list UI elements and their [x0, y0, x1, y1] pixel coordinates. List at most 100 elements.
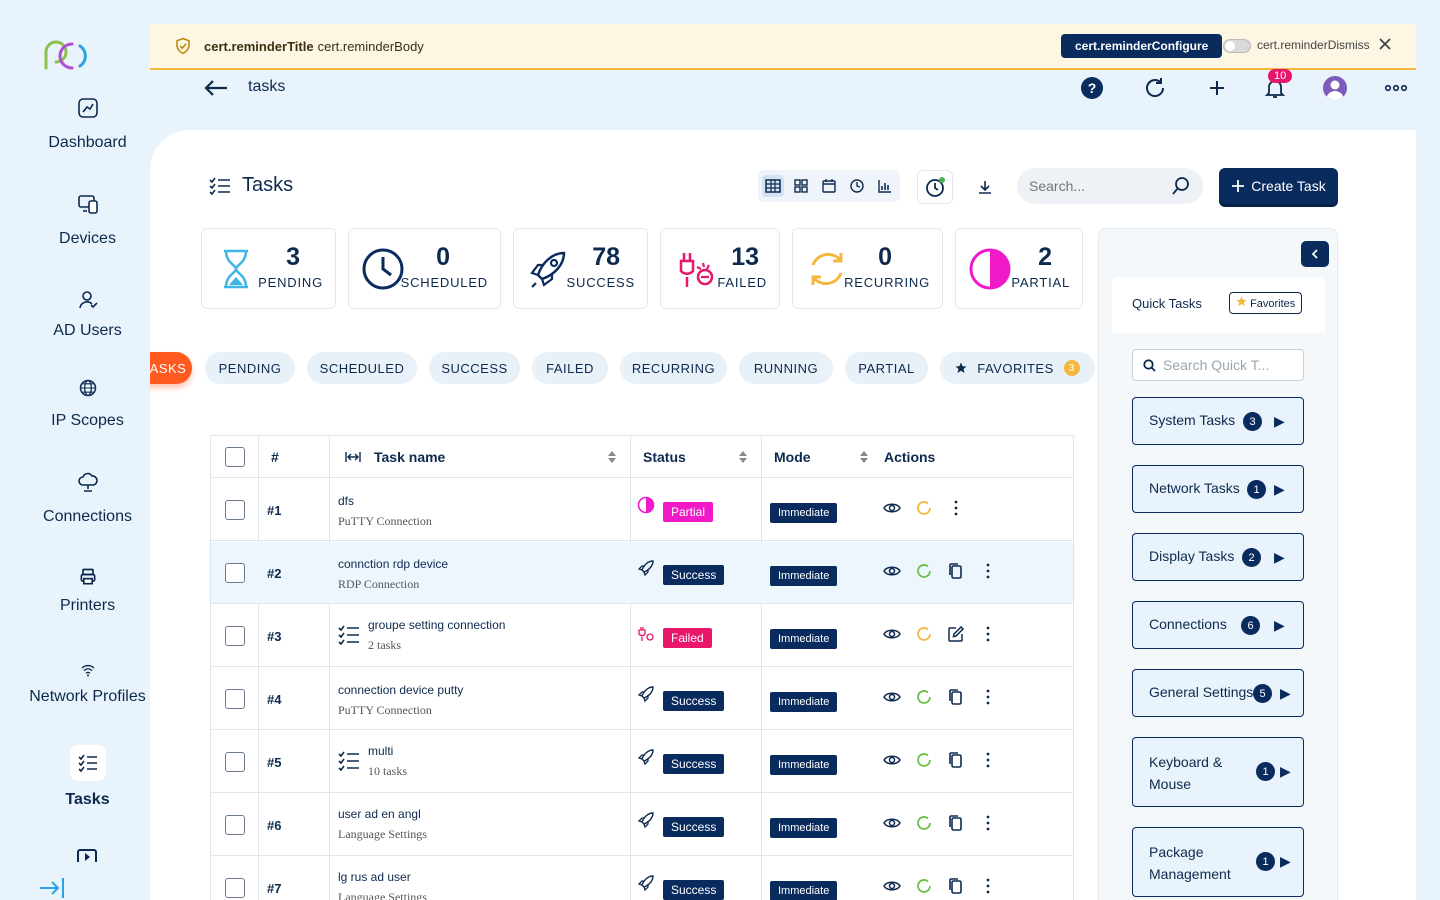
chart-view-button[interactable]: [874, 175, 896, 197]
row-checkbox[interactable]: [225, 626, 245, 646]
task-name[interactable]: connction rdp device: [338, 557, 448, 571]
row-checkbox[interactable]: [225, 878, 245, 898]
task-name[interactable]: user ad en angl: [338, 807, 421, 821]
stat-card-scheduled[interactable]: 0 SCHEDULED: [348, 228, 501, 309]
search-icon[interactable]: [1171, 176, 1191, 196]
table-row[interactable]: #5 multi 10 tasks Success Immediate: [211, 731, 1073, 793]
rerun-icon[interactable]: [915, 499, 933, 517]
sidebar-item-connections[interactable]: Connections: [0, 470, 175, 526]
more-vertical-icon[interactable]: [979, 688, 997, 706]
task-name[interactable]: lg rus ad user: [338, 870, 411, 884]
column-resize-icon[interactable]: [345, 450, 361, 464]
column-header-name[interactable]: Task name: [374, 449, 445, 465]
row-checkbox[interactable]: [225, 752, 245, 772]
rerun-icon[interactable]: [915, 625, 933, 643]
view-eye-icon[interactable]: [883, 877, 901, 895]
dismiss-toggle[interactable]: [1223, 39, 1251, 53]
quick-task-display-tasks[interactable]: Display Tasks 2 ▶: [1132, 533, 1304, 581]
row-checkbox[interactable]: [225, 500, 245, 520]
select-all-checkbox[interactable]: [225, 447, 245, 467]
calendar-view-button[interactable]: [818, 175, 840, 197]
more-nav-icon[interactable]: [76, 848, 98, 862]
rerun-icon[interactable]: [915, 688, 933, 706]
sort-icon[interactable]: [738, 450, 748, 464]
sidebar-item-network-profiles[interactable]: Network Profiles: [0, 662, 175, 706]
column-header-mode[interactable]: Mode: [774, 449, 811, 465]
back-arrow-icon[interactable]: [203, 78, 229, 98]
create-task-button[interactable]: Create Task: [1219, 168, 1338, 204]
filter-favorites[interactable]: FAVORITES 3: [940, 352, 1095, 384]
sort-icon[interactable]: [859, 450, 869, 464]
filter-failed[interactable]: FAILED: [532, 352, 608, 384]
filter-all-tasks[interactable]: ASKS: [150, 352, 192, 384]
filter-pending[interactable]: PENDING: [205, 352, 295, 384]
more-vertical-icon[interactable]: [979, 877, 997, 895]
more-vertical-icon[interactable]: [979, 625, 997, 643]
table-row[interactable]: #6 user ad en angl Language Settings Suc…: [211, 794, 1073, 856]
filter-partial[interactable]: PARTIAL: [845, 352, 928, 384]
copy-icon[interactable]: [947, 814, 965, 832]
rerun-icon[interactable]: [915, 877, 933, 895]
view-eye-icon[interactable]: [883, 814, 901, 832]
copy-icon[interactable]: [947, 751, 965, 769]
stat-card-pending[interactable]: 3 PENDING: [201, 228, 336, 309]
rerun-icon[interactable]: [915, 814, 933, 832]
configure-button[interactable]: cert.reminderConfigure: [1061, 34, 1223, 58]
sidebar-item-tasks[interactable]: Tasks: [0, 745, 175, 809]
stat-card-success[interactable]: 78 SUCCESS: [513, 228, 648, 309]
column-header-status[interactable]: Status: [643, 449, 686, 465]
collapse-panel-button[interactable]: [1301, 241, 1329, 267]
task-name[interactable]: dfs: [338, 494, 354, 508]
timeline-view-button[interactable]: [846, 175, 868, 197]
table-row[interactable]: #4 connection device putty PuTTY Connect…: [211, 668, 1073, 730]
close-icon[interactable]: [1378, 37, 1392, 51]
view-eye-icon[interactable]: [883, 751, 901, 769]
filter-running[interactable]: RUNNING: [739, 352, 833, 384]
view-eye-icon[interactable]: [883, 562, 901, 580]
table-view-button[interactable]: [762, 175, 784, 197]
row-checkbox[interactable]: [225, 815, 245, 835]
more-vertical-icon[interactable]: [979, 562, 997, 580]
row-checkbox[interactable]: [225, 689, 245, 709]
quick-task-system-tasks[interactable]: System Tasks 3 ▶: [1132, 397, 1304, 445]
filter-recurring[interactable]: RECURRING: [620, 352, 727, 384]
avatar[interactable]: [1323, 76, 1347, 100]
sidebar-item-printers[interactable]: Printers: [0, 567, 175, 615]
more-vertical-icon[interactable]: [947, 499, 965, 517]
quick-task-search[interactable]: Search Quick T...: [1132, 349, 1304, 381]
search-input[interactable]: [1029, 178, 1169, 194]
task-name[interactable]: multi: [368, 744, 393, 758]
more-vertical-icon[interactable]: [979, 814, 997, 832]
table-row[interactable]: #1 dfs PuTTY Connection Partial Immediat…: [211, 479, 1073, 541]
sidebar-item-devices[interactable]: Devices: [0, 192, 175, 248]
stat-card-partial[interactable]: 2 PARTIAL: [955, 228, 1083, 309]
favorites-button[interactable]: Favorites: [1229, 292, 1303, 314]
copy-icon[interactable]: [947, 688, 965, 706]
table-row[interactable]: #7 lg rus ad user Language Settings Succ…: [211, 857, 1073, 900]
grid-view-button[interactable]: [790, 175, 812, 197]
edit-icon[interactable]: [947, 625, 965, 643]
sidebar-item-ip-scopes[interactable]: IP Scopes: [0, 378, 175, 430]
quick-task-package-management[interactable]: Package Management 1 ▶: [1132, 827, 1304, 897]
sidebar-item-ad-users[interactable]: AD Users: [0, 288, 175, 340]
sort-icon[interactable]: [607, 450, 617, 464]
filter-success[interactable]: SUCCESS: [429, 352, 520, 384]
download-button[interactable]: [972, 170, 998, 204]
app-logo[interactable]: [38, 38, 94, 74]
task-name[interactable]: groupe setting connection: [368, 618, 505, 632]
copy-icon[interactable]: [947, 877, 965, 895]
sidebar-item-dashboard[interactable]: Dashboard: [0, 96, 175, 152]
view-eye-icon[interactable]: [883, 688, 901, 706]
view-eye-icon[interactable]: [883, 499, 901, 517]
history-button[interactable]: [917, 170, 953, 204]
add-icon[interactable]: [1205, 76, 1229, 100]
row-checkbox[interactable]: [225, 563, 245, 583]
rerun-icon[interactable]: [915, 751, 933, 769]
stat-card-failed[interactable]: 13 FAILED: [660, 228, 780, 309]
help-icon[interactable]: ?: [1080, 76, 1104, 100]
rerun-icon[interactable]: [915, 562, 933, 580]
table-row[interactable]: #3 groupe setting connection 2 tasks Fai…: [211, 605, 1073, 667]
view-eye-icon[interactable]: [883, 625, 901, 643]
more-vertical-icon[interactable]: [979, 751, 997, 769]
quick-task-general-settings[interactable]: General Settings 5 ▶: [1132, 669, 1304, 717]
